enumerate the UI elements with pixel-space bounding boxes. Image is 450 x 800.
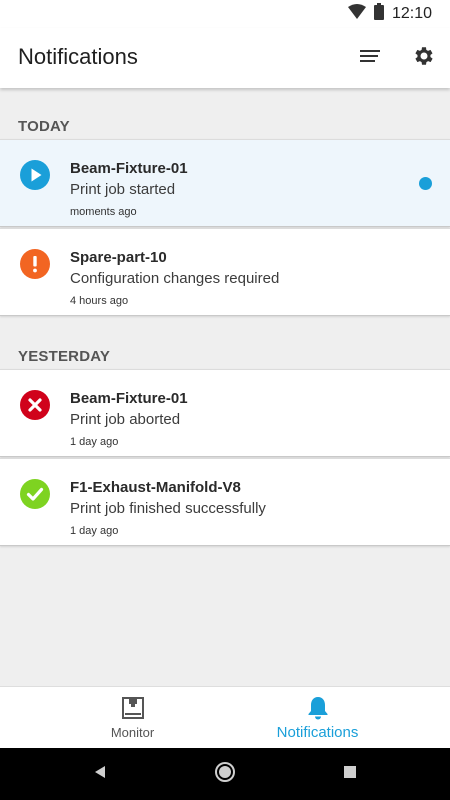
- notification-item[interactable]: Spare-part-10 Configuration changes requ…: [0, 228, 450, 316]
- printer-icon: [120, 695, 146, 721]
- back-icon: [93, 765, 107, 784]
- gear-icon: [412, 44, 436, 73]
- recents-button[interactable]: [338, 762, 362, 786]
- home-icon: [214, 761, 236, 788]
- play-icon: [20, 160, 50, 190]
- filter-icon: [360, 49, 380, 68]
- x-icon: [20, 390, 50, 420]
- system-nav-bar: [0, 748, 450, 800]
- notification-list[interactable]: TODAY Beam-Fixture-01 Print job started …: [0, 88, 450, 686]
- battery-icon: [373, 3, 384, 25]
- status-bar: 12:10: [0, 0, 450, 28]
- recents-icon: [343, 765, 357, 784]
- notification-time: 1 day ago: [70, 525, 119, 537]
- back-button[interactable]: [88, 762, 112, 786]
- unread-indicator: [419, 177, 432, 190]
- notification-time: moments ago: [70, 206, 137, 218]
- bell-icon: [305, 695, 331, 721]
- app-bar: Notifications: [0, 28, 450, 88]
- notification-time: 4 hours ago: [70, 295, 129, 307]
- section-header-today: TODAY: [18, 118, 70, 135]
- notification-title: Beam-Fixture-01: [70, 160, 188, 177]
- page-title: Notifications: [18, 44, 138, 69]
- filter-button[interactable]: [352, 42, 388, 74]
- nav-label-notifications: Notifications: [276, 724, 359, 741]
- home-button[interactable]: [213, 761, 237, 788]
- section-header-yesterday: YESTERDAY: [18, 348, 111, 365]
- notification-title: F1-Exhaust-Manifold-V8: [70, 479, 241, 496]
- notification-title: Beam-Fixture-01: [70, 390, 188, 407]
- status-time: 12:10: [391, 5, 432, 22]
- exclamation-icon: [20, 249, 50, 279]
- bottom-nav: Monitor Notifications: [0, 686, 450, 748]
- notification-item[interactable]: Beam-Fixture-01 Print job started moment…: [0, 139, 450, 227]
- notification-message: Configuration changes required: [70, 270, 280, 287]
- nav-item-notifications[interactable]: Notifications: [205, 687, 430, 749]
- notification-item[interactable]: Beam-Fixture-01 Print job aborted 1 day …: [0, 369, 450, 457]
- notification-time: 1 day ago: [70, 436, 119, 448]
- notification-message: Print job aborted: [70, 411, 181, 428]
- wifi-icon: [347, 4, 366, 24]
- notification-item[interactable]: F1-Exhaust-Manifold-V8 Print job finishe…: [0, 458, 450, 546]
- notification-title: Spare-part-10: [70, 249, 167, 266]
- notification-message: Print job finished successfully: [70, 500, 266, 517]
- notification-message: Print job started: [70, 181, 176, 198]
- settings-button[interactable]: [406, 40, 442, 76]
- check-icon: [20, 479, 50, 509]
